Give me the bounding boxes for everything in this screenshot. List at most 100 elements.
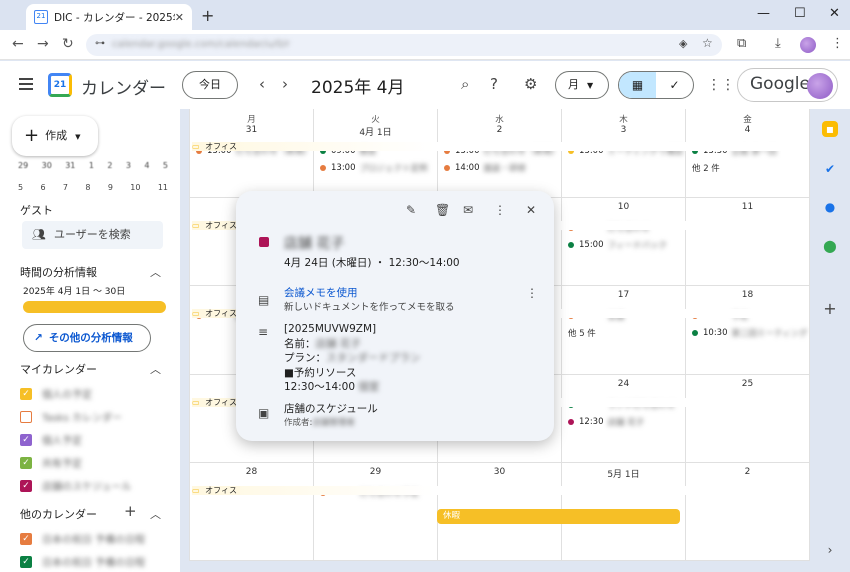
mini-calendar-day[interactable]: 9: [108, 183, 113, 192]
day-number[interactable]: 4月 1日: [314, 125, 437, 138]
day-cell[interactable]: 2910:00打ち合わせ予定: [314, 463, 438, 561]
calendar-checkbox[interactable]: ✓: [20, 433, 32, 446]
day-number[interactable]: 24: [562, 379, 685, 389]
mini-calendar-day[interactable]: 6: [40, 183, 45, 192]
day-number[interactable]: 11: [686, 202, 809, 212]
day-cell[interactable]: 2: [686, 463, 810, 561]
day-number[interactable]: 29: [314, 467, 437, 477]
create-button[interactable]: + 作成 ▼: [12, 116, 98, 156]
calendar-checkbox[interactable]: ✓: [20, 387, 32, 400]
settings-gear-icon[interactable]: ⚙: [524, 75, 537, 93]
mini-calendar-day[interactable]: 10: [130, 183, 140, 192]
notes-more-icon[interactable]: ⋮: [526, 286, 538, 300]
new-tab-button[interactable]: +: [201, 6, 214, 25]
day-number[interactable]: 30: [438, 467, 561, 477]
day-cell[interactable]: 金 4 13:30 企画 第一回他 2 件: [686, 109, 810, 198]
calendar-list-item[interactable]: ✓ 店舗のスケジュール: [20, 478, 131, 493]
delete-trash-icon[interactable]: 🗑︎: [435, 203, 450, 217]
close-tab-icon[interactable]: ✕: [175, 11, 184, 24]
day-number[interactable]: 4: [686, 125, 809, 135]
add-addon-icon[interactable]: +: [822, 301, 838, 317]
keep-icon[interactable]: ▪: [822, 121, 838, 137]
calendar-event[interactable]: 12:30 店舗 花子: [568, 416, 644, 428]
day-cell[interactable]: 水 2 13:00 打ち合わせ（新規） 14:00 面談・研修: [438, 109, 562, 198]
office-all-day-event[interactable]: ▭ オフィス: [192, 486, 798, 495]
calendar-event[interactable]: 10:30 第二回ミーティング: [692, 327, 808, 339]
mini-calendar-day[interactable]: 1: [89, 161, 94, 170]
calendar-list-item[interactable]: ✓ 個人の予定: [20, 386, 92, 401]
add-calendar-icon[interactable]: +: [124, 502, 137, 520]
calendar-event[interactable]: 15:00 フィードバック: [568, 239, 667, 251]
calendar-view-icon[interactable]: ▦: [619, 72, 656, 98]
back-icon[interactable]: ←: [12, 36, 24, 52]
browser-tab[interactable]: 21 DIC - カレンダー - 2025年 4月 ✕: [26, 4, 192, 30]
calendar-list-item[interactable]: ✓ 共有予定: [20, 455, 82, 470]
mini-calendar-day[interactable]: 29: [18, 161, 28, 170]
calendar-list-item[interactable]: ✓ 日本の祝日 予備の日程: [20, 531, 145, 546]
bookmark-star-icon[interactable]: ☆: [702, 36, 713, 50]
day-number[interactable]: 2: [438, 125, 561, 135]
day-cell[interactable]: 25: [686, 375, 810, 463]
email-icon[interactable]: ✉: [463, 203, 473, 217]
day-cell[interactable]: 1709:00会議他 5 件: [562, 286, 686, 375]
help-icon[interactable]: ?: [490, 75, 498, 93]
mini-calendar-day[interactable]: 11: [158, 183, 168, 192]
expand-panel-icon[interactable]: ›: [822, 542, 838, 558]
day-cell[interactable]: 火 4月 1日 09:00 朝会 13:00 プロジェクト定例: [314, 109, 438, 198]
close-popup-icon[interactable]: ✕: [526, 203, 536, 217]
lens-icon[interactable]: ◈: [679, 37, 687, 50]
calendar-list-item[interactable]: ✓ 日本の祝日 予備の日程: [20, 554, 145, 569]
collapse-my-calendars-icon[interactable]: ︿: [150, 361, 161, 377]
meeting-notes-link[interactable]: 会議メモを使用: [284, 285, 358, 300]
reload-icon[interactable]: ↻: [62, 36, 74, 52]
day-number[interactable]: 17: [562, 290, 685, 300]
profile-avatar[interactable]: [800, 37, 816, 53]
day-cell[interactable]: 月 31 13:00 打ち合わせ（新規）: [190, 109, 314, 198]
calendar-list-item[interactable]: ✓ 個人予定: [20, 432, 82, 447]
calendar-checkbox[interactable]: ✓: [20, 479, 32, 492]
browser-menu-icon[interactable]: ⋮: [831, 36, 844, 51]
close-window-button[interactable]: ✕: [829, 6, 840, 21]
day-number[interactable]: 31: [190, 125, 313, 135]
address-bar[interactable]: ⊶ calendar.google.com/calendar/u/0/r ◈ ☆: [86, 34, 722, 56]
today-button[interactable]: 今日: [182, 71, 238, 99]
mini-calendar-day[interactable]: 5: [163, 161, 168, 170]
day-number[interactable]: 3: [562, 125, 685, 135]
minimize-window-button[interactable]: —: [757, 6, 770, 21]
day-number[interactable]: 18: [686, 290, 809, 300]
calendar-checkbox[interactable]: [20, 410, 32, 423]
day-cell[interactable]: 2411:30ランチ打ち合わせ12:30店舗 花子: [562, 375, 686, 463]
contacts-icon[interactable]: ●: [822, 199, 838, 215]
mini-calendar-day[interactable]: 3: [126, 161, 131, 170]
day-number[interactable]: 10: [562, 202, 685, 212]
day-number[interactable]: 28: [190, 467, 313, 477]
view-selector[interactable]: 月 ▼: [555, 71, 609, 99]
day-cell[interactable]: 1014:00打ち合わせ15:00フィードバック: [562, 198, 686, 286]
forward-icon[interactable]: →: [37, 36, 49, 52]
day-number[interactable]: 2: [686, 467, 809, 477]
tasks-icon[interactable]: ✔: [822, 161, 838, 177]
calendar-checkbox[interactable]: ✓: [20, 555, 32, 568]
day-cell[interactable]: 28: [190, 463, 314, 561]
extensions-icon[interactable]: ⧉: [737, 36, 746, 51]
office-all-day-event[interactable]: ▭ オフィス: [192, 142, 798, 151]
calendar-event[interactable]: 14:00 面談・研修: [444, 162, 526, 174]
edit-pencil-icon[interactable]: ✎: [406, 203, 416, 217]
previous-month-icon[interactable]: ‹: [259, 75, 265, 93]
site-info-icon[interactable]: ⊶: [95, 38, 105, 49]
more-events-link[interactable]: 他 2 件: [692, 162, 720, 174]
day-cell[interactable]: 11: [686, 198, 810, 286]
calendar-checkbox[interactable]: ✓: [20, 456, 32, 469]
more-options-icon[interactable]: ⋮: [494, 203, 506, 217]
next-month-icon[interactable]: ›: [282, 75, 288, 93]
more-events-link[interactable]: 他 5 件: [568, 327, 596, 339]
mini-calendar-day[interactable]: 8: [85, 183, 90, 192]
maps-icon[interactable]: ⬤: [822, 238, 838, 254]
vacation-event[interactable]: 休暇: [437, 509, 680, 524]
mini-calendar-day[interactable]: 31: [65, 161, 75, 170]
day-cell[interactable]: 1810:00予定10:30第二回ミーティング: [686, 286, 810, 375]
day-number[interactable]: 25: [686, 379, 809, 389]
guest-search-input[interactable]: 👥︎ ユーザーを検索: [22, 221, 163, 249]
day-cell[interactable]: 木 3 13:00 ミーティングで確認: [562, 109, 686, 198]
search-icon[interactable]: ⌕: [461, 75, 469, 93]
